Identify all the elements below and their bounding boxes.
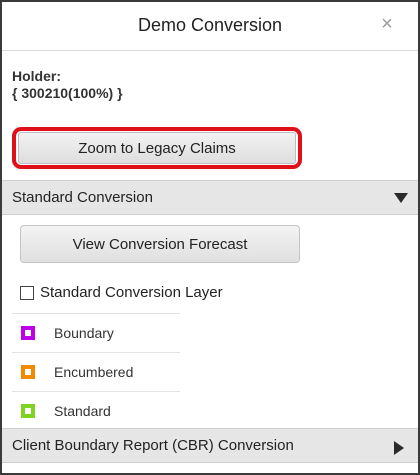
- standard-conversion-section-header[interactable]: Standard Conversion: [2, 180, 418, 215]
- holder-label: Holder:: [12, 68, 61, 84]
- legend-item: Encumbered: [12, 352, 180, 391]
- zoom-to-legacy-claims-button[interactable]: Zoom to Legacy Claims: [18, 132, 296, 164]
- close-icon[interactable]: ×: [376, 13, 398, 35]
- holder-info: Holder: { 300210(100%) }: [12, 68, 123, 102]
- cbr-conversion-title: Client Boundary Report (CBR) Conversion: [12, 437, 294, 454]
- caret-right-icon: [394, 441, 404, 455]
- panel-header: Demo Conversion ×: [2, 2, 418, 51]
- panel-title: Demo Conversion: [137, 15, 283, 35]
- standard-conversion-layer-toggle[interactable]: Standard Conversion Layer: [20, 284, 223, 301]
- legend-item: Boundary: [12, 313, 180, 352]
- standard-conversion-layer-checkbox[interactable]: [20, 285, 34, 300]
- legend-label: Standard: [54, 403, 111, 419]
- legend-label: Encumbered: [54, 364, 134, 380]
- standard-conversion-layer-label: Standard Conversion Layer: [40, 284, 223, 301]
- boundary-swatch-icon: [21, 326, 35, 340]
- conversion-legend: Boundary Encumbered Standard: [12, 313, 180, 430]
- holder-value: { 300210(100%) }: [12, 85, 123, 101]
- legend-item: Standard: [12, 391, 180, 430]
- standard-conversion-title: Standard Conversion: [12, 189, 153, 206]
- demo-conversion-panel: Demo Conversion × Holder: { 300210(100%)…: [0, 0, 420, 475]
- view-conversion-forecast-button[interactable]: View Conversion Forecast: [20, 225, 300, 263]
- caret-down-icon: [394, 193, 408, 203]
- standard-swatch-icon: [21, 404, 35, 418]
- encumbered-swatch-icon: [21, 365, 35, 379]
- legend-label: Boundary: [54, 325, 114, 341]
- cbr-conversion-section-header[interactable]: Client Boundary Report (CBR) Conversion: [2, 428, 418, 463]
